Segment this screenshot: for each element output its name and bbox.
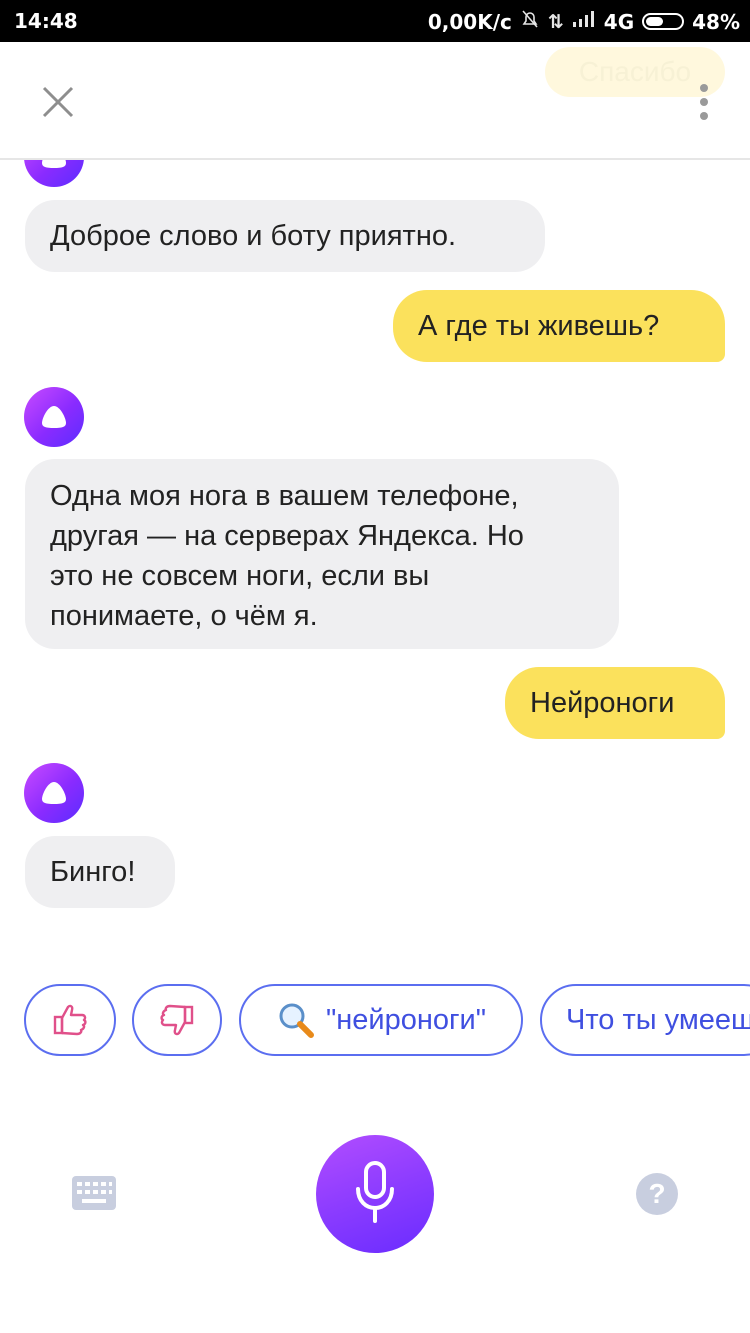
more-menu-button[interactable]	[690, 82, 718, 122]
suggestion-chips: "нейроноги" Что ты умеешь	[0, 984, 750, 1060]
close-button[interactable]	[38, 82, 78, 122]
search-chip-label: "нейроноги"	[325, 1003, 487, 1036]
keyboard-icon	[72, 1176, 116, 1210]
alice-avatar	[24, 387, 84, 447]
message-line: Одна моя нога в вашем телефоне,	[50, 480, 519, 512]
header: Спасибо	[0, 42, 750, 160]
keyboard-button[interactable]	[72, 1176, 116, 1210]
message-line: это не совсем ноги, если вы	[50, 560, 430, 592]
message-line: понимаете, о чём я.	[50, 600, 318, 632]
bot-message: Бинго!	[25, 836, 175, 908]
thumbs-down-button[interactable]	[132, 984, 222, 1056]
search-suggestion-chip[interactable]: "нейроноги"	[239, 984, 523, 1056]
user-message: А где ты живешь?	[393, 290, 725, 362]
alice-icon	[42, 782, 66, 804]
microphone-icon	[356, 1161, 394, 1223]
thumbs-up-button[interactable]	[24, 984, 116, 1056]
alice-avatar	[24, 763, 84, 823]
chip-label: Что ты умеешь	[566, 1003, 750, 1036]
user-message: Нейроноги	[505, 667, 725, 739]
help-button[interactable]: ?	[636, 1173, 678, 1215]
more-vert-icon	[700, 84, 708, 120]
alice-icon	[42, 406, 66, 428]
bot-message: Доброе слово и боту приятно.	[25, 200, 545, 272]
bottom-bar: ?	[0, 1120, 750, 1333]
what-can-you-do-chip[interactable]: Что ты умеешь	[540, 984, 750, 1056]
message-line: другая — на серверах Яндекса. Но	[50, 520, 524, 552]
close-icon	[42, 86, 74, 118]
search-icon	[279, 1003, 314, 1038]
microphone-button[interactable]	[316, 1135, 434, 1253]
bot-message: Одна моя нога в вашем телефоне, другая —…	[25, 459, 619, 649]
thumbs-down-icon	[160, 1004, 194, 1036]
thumbs-up-icon	[53, 1004, 87, 1036]
